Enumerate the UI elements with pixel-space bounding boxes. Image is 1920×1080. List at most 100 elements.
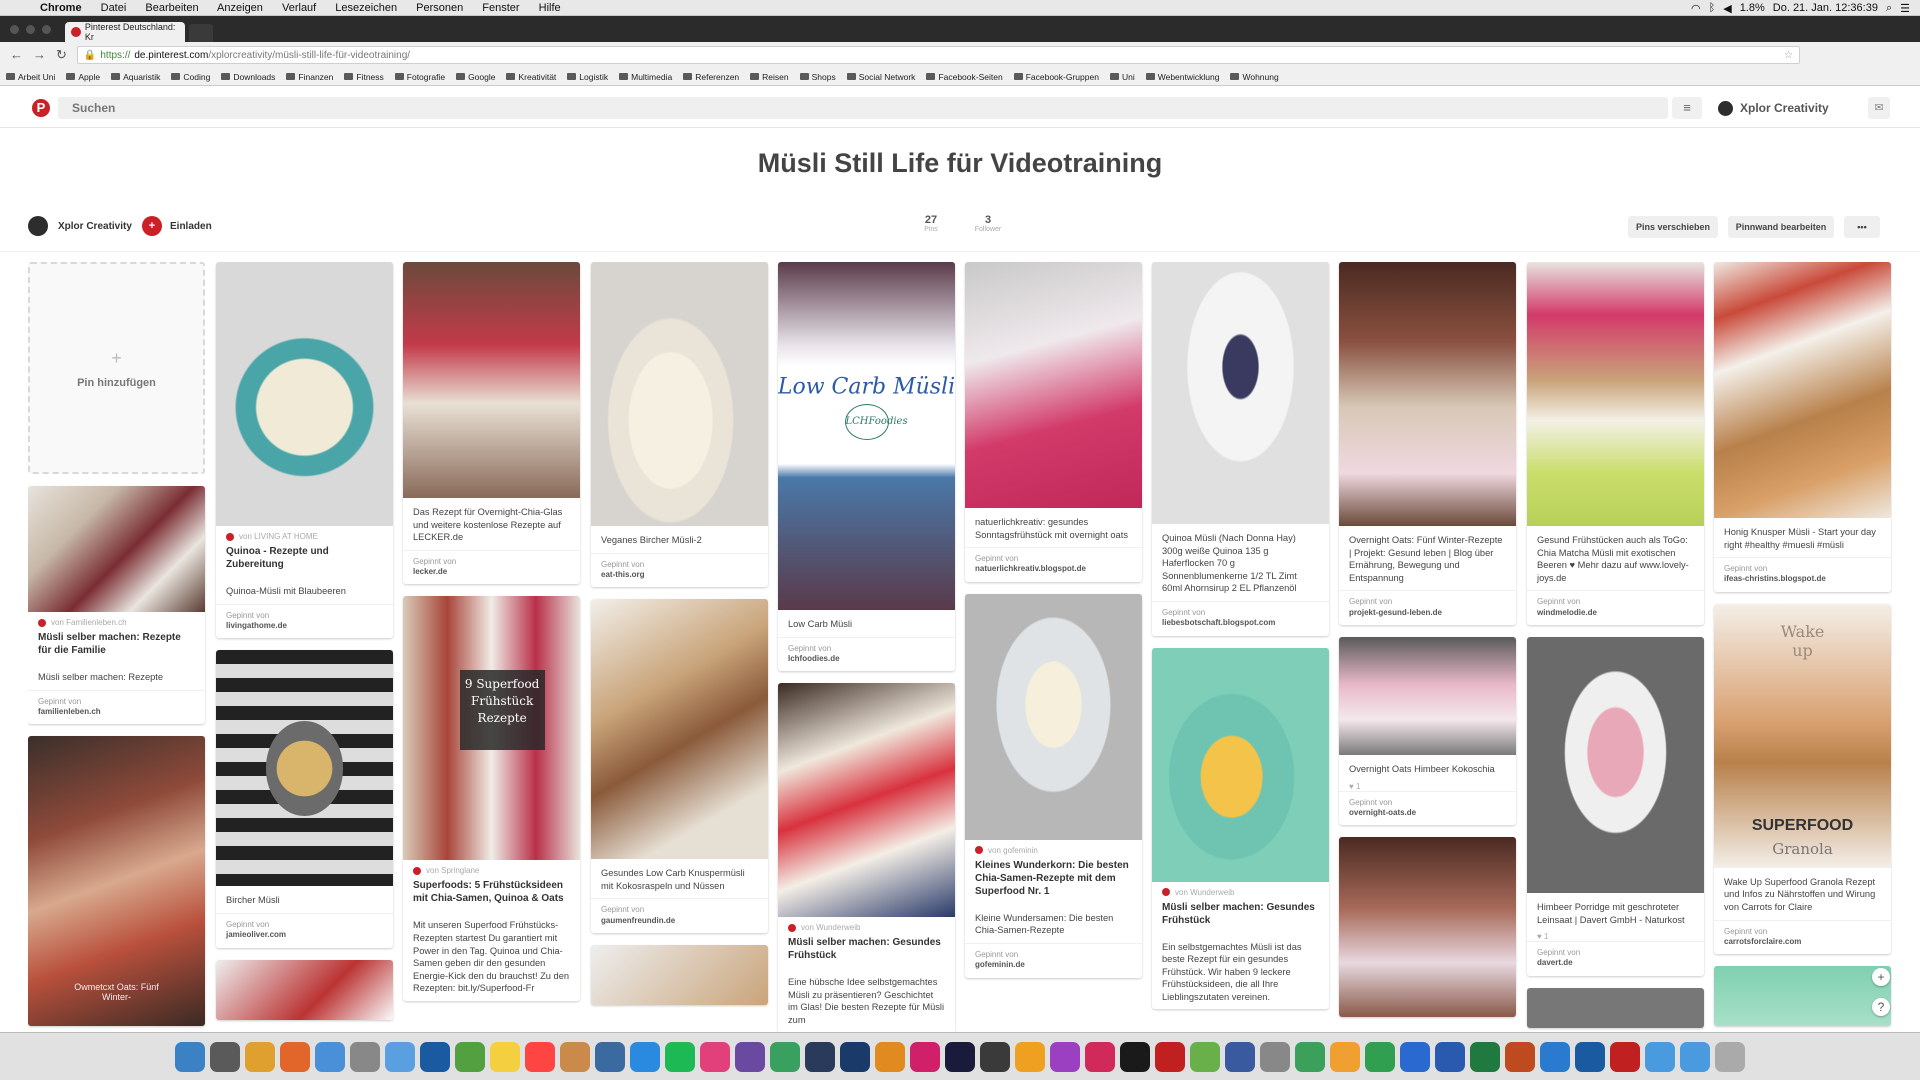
pin-attribution[interactable]: Gepinnt von ifeas-christins.blogspot.de: [1714, 557, 1891, 592]
illustrator-icon[interactable]: [875, 1041, 905, 1072]
pin-attribution[interactable]: Gepinnt von jamieoliver.com: [216, 912, 393, 948]
mail-icon[interactable]: [315, 1041, 345, 1072]
acrobat-icon[interactable]: [1610, 1041, 1640, 1072]
pin-card[interactable]: [591, 945, 768, 1006]
pin-card[interactable]: Gesundes Low Carb Knuspermüsli mit Kokos…: [591, 599, 768, 934]
pin-card[interactable]: von gofeminin Kleines Wunderkorn: Die be…: [965, 593, 1142, 978]
board-owner[interactable]: Xplor Creativity: [28, 216, 132, 236]
invite-button[interactable]: + Einladen: [142, 216, 212, 236]
pin-image[interactable]: [1527, 987, 1704, 1028]
network-icon[interactable]: [595, 1041, 625, 1072]
pin-likes[interactable]: ♥ 1: [1527, 932, 1704, 941]
bookmark-folder[interactable]: Coding: [171, 72, 210, 82]
pin-source[interactable]: von Springlane: [403, 860, 580, 875]
pin-image[interactable]: [216, 650, 393, 887]
bookmark-folder[interactable]: Shops: [799, 72, 836, 82]
pin-attribution[interactable]: Gepinnt von eat-this.org: [591, 552, 768, 588]
launchpad-icon[interactable]: [210, 1041, 240, 1072]
bookmark-folder[interactable]: Downloads: [221, 72, 275, 82]
bookmark-folder[interactable]: Google: [456, 72, 495, 82]
books-icon[interactable]: [560, 1041, 590, 1072]
user-profile-button[interactable]: Xplor Creativity: [1718, 97, 1829, 119]
pin-heading[interactable]: Müsli selber machen: Rezepte für die Fam…: [28, 627, 205, 663]
keynote-icon[interactable]: [1400, 1041, 1430, 1072]
pin-attribution[interactable]: Gepinnt von davert.de: [1527, 941, 1704, 976]
pin-card[interactable]: von LIVING AT HOME Quinoa - Rezepte und …: [216, 262, 393, 639]
pin-attribution[interactable]: Gepinnt von overnight-oats.de: [1339, 790, 1516, 826]
zoom-window-icon[interactable]: [42, 25, 51, 34]
pin-card[interactable]: von Wunderweib Müsli selber machen: Gesu…: [778, 683, 955, 1032]
bookmark-folder[interactable]: Aquaristik: [111, 72, 160, 82]
pin-image[interactable]: [591, 599, 768, 860]
bookmark-folder[interactable]: Uni: [1109, 72, 1135, 82]
followers-count[interactable]: 3 Follower: [968, 214, 1008, 233]
bluetooth-icon[interactable]: ᛒ: [1709, 2, 1716, 14]
battery-text[interactable]: 1.8%: [1740, 2, 1765, 14]
pin-image[interactable]: [965, 593, 1142, 840]
1password-icon[interactable]: [420, 1041, 450, 1072]
bookmark-folder[interactable]: Fotografie: [394, 72, 445, 82]
menu-datei[interactable]: Datei: [101, 2, 127, 14]
pin-card[interactable]: Veganes Bircher Müsli-2 Gepinnt von eat-t…: [591, 262, 768, 588]
pin-image[interactable]: Wake up SUPERFOOD Granola: [1714, 603, 1891, 868]
pin-image[interactable]: [1714, 966, 1891, 1027]
move-pins-button[interactable]: Pins verschieben: [1628, 216, 1718, 238]
excel-icon[interactable]: [1470, 1041, 1500, 1072]
color-icon[interactable]: [1050, 1041, 1080, 1072]
pin-image[interactable]: [1527, 636, 1704, 893]
pin-card[interactable]: Quinoa Müsli (Nach Donna Hay) 300g weiße…: [1152, 262, 1329, 636]
pin-heading[interactable]: Kleines Wunderkorn: Die besten Chia-Same…: [965, 855, 1142, 904]
pin-image[interactable]: [591, 945, 768, 1006]
bookmark-folder[interactable]: Apple: [66, 72, 100, 82]
bookmark-folder[interactable]: Multimedia: [619, 72, 672, 82]
bookmark-folder[interactable]: Logistik: [567, 72, 608, 82]
menu-chrome[interactable]: Chrome: [40, 2, 82, 14]
files-icon[interactable]: [1260, 1041, 1290, 1072]
pinterest-logo-icon[interactable]: P: [32, 99, 50, 117]
pin-image[interactable]: [403, 262, 580, 498]
pin-source[interactable]: von Familienleben.ch: [28, 612, 205, 627]
pin-heading[interactable]: Superfoods: 5 Frühstücksideen mit Chia-S…: [403, 875, 580, 911]
sketch-icon[interactable]: [1015, 1041, 1045, 1072]
bookmark-star-icon[interactable]: ☆: [1784, 50, 1793, 61]
bookmark-folder[interactable]: Reisen: [750, 72, 789, 82]
menu-bearbeiten[interactable]: Bearbeiten: [145, 2, 198, 14]
edit-board-button[interactable]: Pinnwand bearbeiten: [1728, 216, 1834, 238]
pin-image[interactable]: [1527, 262, 1704, 526]
pin-card[interactable]: von Familienleben.ch Müsli selber machen…: [28, 486, 205, 725]
pin-attribution[interactable]: Gepinnt von familienleben.ch: [28, 689, 205, 725]
calendar-icon[interactable]: [525, 1041, 555, 1072]
mapper-icon[interactable]: [770, 1041, 800, 1072]
clock[interactable]: Do. 21. Jan. 12:36:39: [1773, 2, 1878, 14]
pin-card[interactable]: Himbeer Porridge mit geschroteter Leinsa…: [1527, 636, 1704, 976]
finalcut-icon[interactable]: [980, 1041, 1010, 1072]
bookmark-folder[interactable]: Referenzen: [683, 72, 739, 82]
new-tab-button[interactable]: [189, 24, 213, 42]
pin-image[interactable]: [216, 262, 393, 526]
reload-icon[interactable]: ↻: [56, 47, 67, 63]
1pw2-icon[interactable]: [1575, 1041, 1605, 1072]
pin-attribution[interactable]: Gepinnt von lchfoodies.de: [778, 636, 955, 672]
pin-card[interactable]: [1339, 837, 1516, 1018]
pin-heading[interactable]: Müsli selber machen: Gesundes Frühstück: [778, 932, 955, 968]
pin-card[interactable]: [216, 959, 393, 1020]
chrome-icon[interactable]: [245, 1041, 275, 1072]
word-icon[interactable]: [1435, 1041, 1465, 1072]
messages-icon[interactable]: ✉: [1868, 97, 1890, 119]
browser-icon[interactable]: [1540, 1041, 1570, 1072]
pin-card[interactable]: Gesund Frühstücken auch als ToGo: Chia M…: [1527, 262, 1704, 625]
pin-image[interactable]: [1339, 837, 1516, 1018]
dictionary-icon[interactable]: [1225, 1041, 1255, 1072]
pin-attribution[interactable]: Gepinnt von projekt-gesund-leben.de: [1339, 590, 1516, 625]
script-icon[interactable]: [350, 1041, 380, 1072]
pin-card[interactable]: von Wunderweib Müsli selber machen: Gesu…: [1152, 647, 1329, 1010]
pin-heading[interactable]: Müsli selber machen: Gesundes Frühstück: [1152, 897, 1329, 933]
pin-card[interactable]: Honig Knusper Müsli - Start your day rig…: [1714, 262, 1891, 592]
filezilla-icon[interactable]: [1155, 1041, 1185, 1072]
close-window-icon[interactable]: [10, 25, 19, 34]
folder2-icon[interactable]: [1680, 1041, 1710, 1072]
bookmark-folder[interactable]: Kreativität: [506, 72, 556, 82]
finder-icon[interactable]: [175, 1041, 205, 1072]
pin-image[interactable]: [1152, 262, 1329, 524]
pin-image[interactable]: [1714, 262, 1891, 518]
